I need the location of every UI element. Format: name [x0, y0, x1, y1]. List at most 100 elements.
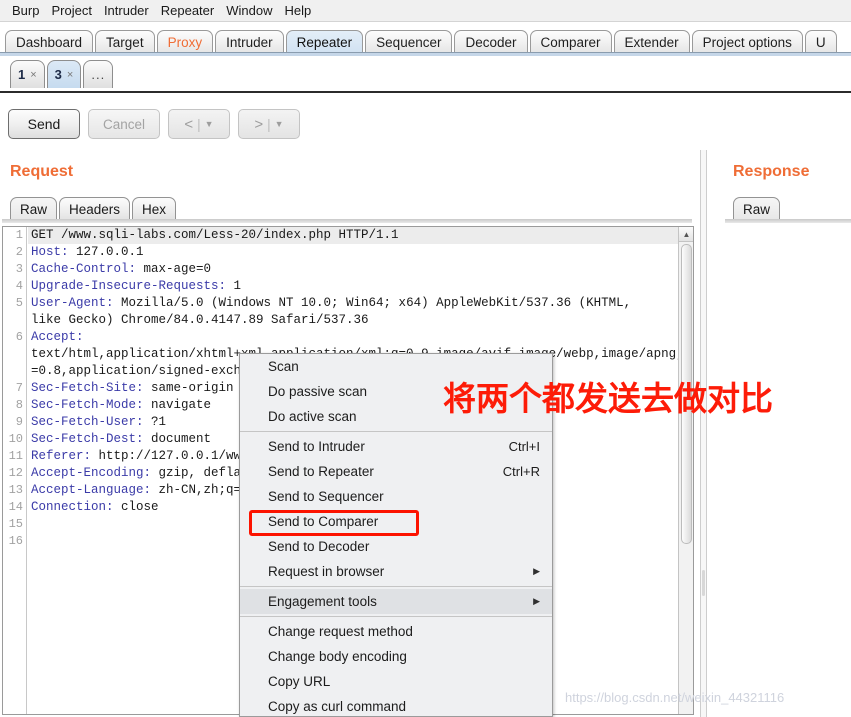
menu-bar: Burp Project Intruder Repeater Window Help	[0, 0, 851, 22]
cancel-button[interactable]: Cancel	[88, 109, 160, 139]
close-icon[interactable]: ×	[30, 69, 36, 81]
go-forward-button[interactable]: > | ▼	[238, 109, 300, 139]
http-header-name: Accept:	[31, 330, 84, 344]
context-menu-item-label: Send to Decoder	[268, 539, 370, 554]
context-menu-item-send-to-decoder[interactable]: Send to Decoder	[240, 534, 552, 559]
http-line-text: like Gecko) Chrome/84.0.4147.89 Safari/5…	[31, 313, 369, 327]
chevron-down-icon: ▼	[204, 119, 214, 129]
line-number: 7	[15, 381, 23, 395]
menubar-item-intruder[interactable]: Intruder	[98, 1, 155, 20]
chevron-right-icon: ▶	[533, 596, 540, 606]
line-number: 2	[15, 245, 23, 259]
http-header-name: Cache-Control:	[31, 262, 137, 276]
context-menu-item-label: Send to Sequencer	[268, 489, 384, 504]
menubar-item-burp[interactable]: Burp	[6, 1, 45, 20]
request-line: User-Agent: Mozilla/5.0 (Windows NT 10.0…	[28, 295, 693, 312]
burp-suite-window: Burp Project Intruder Repeater Window Help Da…	[0, 0, 851, 717]
response-panel	[707, 150, 851, 717]
menubar-item-help[interactable]: Help	[278, 1, 317, 20]
repeater-tab-1[interactable]: 1 ×	[10, 60, 45, 88]
http-line-text: 1	[226, 279, 242, 293]
line-number: 6	[15, 330, 23, 344]
response-view-tabs: Raw	[733, 194, 782, 222]
context-menu-item-label: Do passive scan	[268, 384, 368, 399]
context-menu-item-label: Request in browser	[268, 564, 385, 579]
http-header-name: Sec-Fetch-Mode:	[31, 398, 144, 412]
context-menu-item-copy-as-curl-command[interactable]: Copy as curl command	[240, 694, 552, 717]
scroll-up-icon[interactable]: ▲	[679, 227, 693, 242]
line-number	[3, 346, 26, 363]
line-number	[3, 312, 26, 329]
send-button-label: Send	[27, 116, 61, 132]
context-menu-item-change-body-encoding[interactable]: Change body encoding	[240, 644, 552, 669]
line-number: 13	[8, 483, 23, 497]
context-menu-item-label: Change request method	[268, 624, 413, 639]
context-menu-item-shortcut: Ctrl+I	[508, 439, 540, 454]
http-header-name: Sec-Fetch-Dest:	[31, 432, 144, 446]
http-header-name: Sec-Fetch-User:	[31, 415, 144, 429]
menubar-item-window[interactable]: Window	[220, 1, 278, 20]
response-tabs-rule	[725, 219, 851, 223]
http-header-name: Upgrade-Insecure-Requests:	[31, 279, 227, 293]
line-number: 11	[8, 449, 23, 463]
context-menu-item-send-to-repeater[interactable]: Send to Repeater Ctrl+R	[240, 459, 552, 484]
http-header-name: Sec-Fetch-Site:	[31, 381, 144, 395]
context-menu-item-label: Copy URL	[268, 674, 331, 689]
http-line-text: same-origin	[143, 381, 234, 395]
http-header-name: Connection:	[31, 500, 114, 514]
http-line-text: close	[113, 500, 159, 514]
close-icon[interactable]: ×	[67, 69, 73, 81]
line-number: 15	[8, 517, 23, 531]
line-number: 5	[15, 296, 23, 310]
context-menu-item-change-request-method[interactable]: Change request method	[240, 619, 552, 644]
context-menu-item-label: Do active scan	[268, 409, 357, 424]
menubar-item-repeater[interactable]: Repeater	[155, 1, 220, 20]
context-menu-item-label: Copy as curl command	[268, 699, 407, 714]
chevron-right-icon: ▶	[533, 566, 540, 576]
http-line-text: document	[143, 432, 212, 446]
request-panel-title: Request	[10, 163, 74, 180]
line-number: 9	[15, 415, 23, 429]
http-header-name: Host:	[31, 245, 69, 259]
menubar-item-project[interactable]: Project	[45, 1, 97, 20]
context-menu-item-engagement-tools[interactable]: Engagement tools ▶	[240, 589, 552, 614]
go-back-button[interactable]: < | ▼	[168, 109, 230, 139]
context-menu-item-label: Send to Repeater	[268, 464, 374, 479]
request-view-tabs: Raw Headers Hex	[10, 194, 178, 222]
cancel-button-label: Cancel	[102, 116, 146, 132]
chevron-left-icon: <	[184, 115, 194, 133]
http-header-name: Accept-Encoding:	[31, 466, 152, 480]
context-menu-separator	[240, 431, 552, 432]
context-menu-item-send-to-sequencer[interactable]: Send to Sequencer	[240, 484, 552, 509]
http-header-name: User-Agent:	[31, 296, 114, 310]
line-number: 1	[15, 228, 23, 242]
http-line-text: Mozilla/5.0 (Windows NT 10.0; Win64; x64…	[113, 296, 632, 310]
http-line-text: GET /www.sqli-labs.com/Less-20/index.php…	[31, 228, 399, 242]
context-menu-item-label: Send to Intruder	[268, 439, 365, 454]
context-menu-item-send-to-intruder[interactable]: Send to Intruder Ctrl+I	[240, 434, 552, 459]
request-line: Cache-Control: max-age=0	[28, 261, 693, 278]
main-tab-strip: Dashboard Target Proxy Intruder Repeater Sequ…	[0, 22, 851, 56]
http-header-name: Accept-Language:	[31, 483, 152, 497]
request-editor-scrollbar[interactable]: ▲	[678, 227, 693, 714]
line-number: 8	[15, 398, 23, 412]
chevron-right-icon: >	[254, 115, 264, 133]
repeater-toolbar: Send Cancel < | ▼ > | ▼	[0, 104, 851, 150]
repeater-new-tab-button[interactable]: ...	[83, 60, 114, 88]
http-line-text: ?1	[143, 415, 167, 429]
context-menu-item-copy-url[interactable]: Copy URL	[240, 669, 552, 694]
chevron-down-icon: ▼	[274, 119, 284, 129]
request-line: GET /www.sqli-labs.com/Less-20/index.php…	[28, 227, 693, 244]
send-button[interactable]: Send	[8, 109, 80, 139]
request-line: like Gecko) Chrome/84.0.4147.89 Safari/5…	[28, 312, 693, 329]
context-menu-item-request-in-browser[interactable]: Request in browser ▶	[240, 559, 552, 584]
splitter-grip[interactable]	[702, 570, 705, 596]
context-menu-item-send-to-comparer[interactable]: Send to Comparer	[240, 509, 552, 534]
repeater-tab-3[interactable]: 3 ×	[46, 60, 82, 88]
line-number: 3	[15, 262, 23, 276]
panel-splitter[interactable]	[700, 150, 707, 717]
repeater-tab-label: 1	[18, 67, 26, 82]
line-number: 14	[8, 500, 23, 514]
http-line-text: 127.0.0.1	[68, 245, 144, 259]
context-menu-item-shortcut: Ctrl+R	[502, 464, 540, 479]
